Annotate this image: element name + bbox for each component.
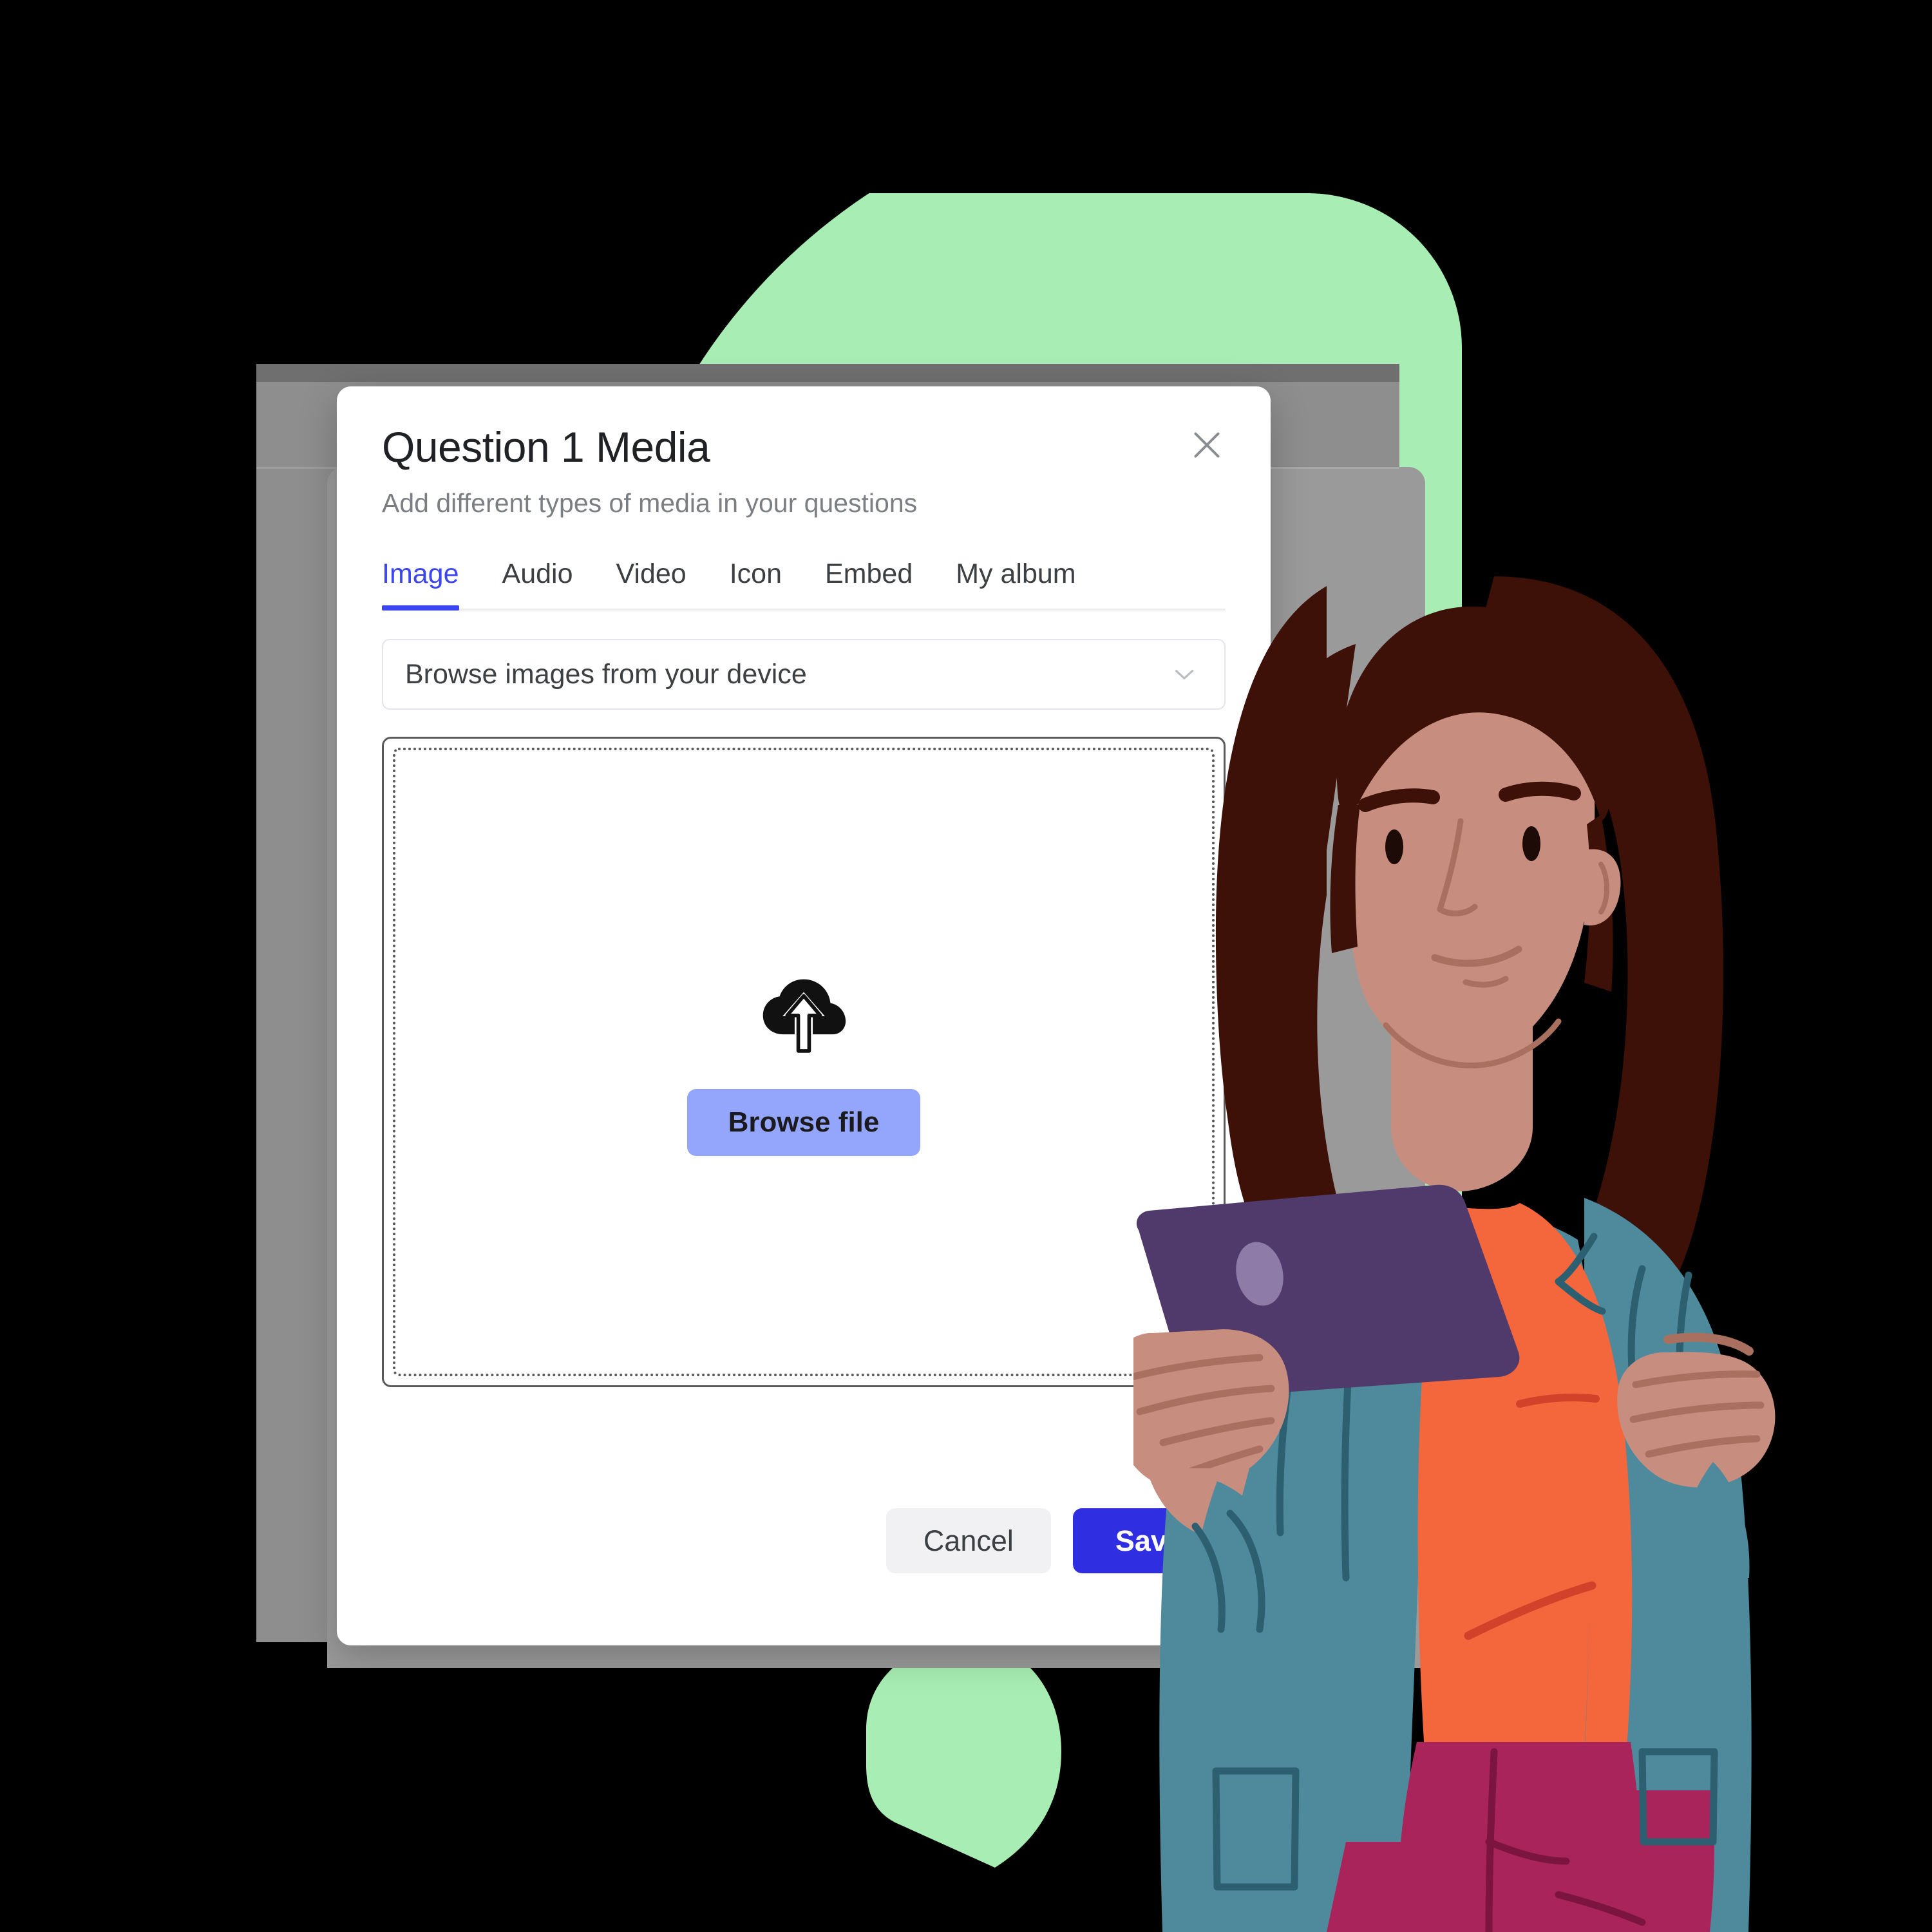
save-button[interactable]: Save bbox=[1072, 1508, 1226, 1573]
tab-icon[interactable]: Icon bbox=[730, 560, 782, 609]
nose bbox=[1437, 818, 1478, 916]
tab-image[interactable]: Image bbox=[382, 558, 459, 611]
hand-right bbox=[1617, 1352, 1776, 1488]
tab-my-album[interactable]: My album bbox=[956, 560, 1075, 609]
tab-video-label: Video bbox=[616, 558, 687, 590]
cancel-button[interactable]: Cancel bbox=[886, 1508, 1051, 1573]
media-type-tabs: Image Audio Video Icon Embed My album bbox=[382, 560, 1226, 611]
page-title: Question 1 Media bbox=[382, 423, 710, 471]
image-source-select-value: Browse images from your device bbox=[405, 658, 807, 690]
screenshot-stage: Question 1 Media Add different types of … bbox=[0, 0, 1932, 1932]
shirt bbox=[1417, 1203, 1590, 1752]
dialog-footer: Cancel Save bbox=[886, 1508, 1226, 1573]
file-dropzone[interactable]: Browse file bbox=[382, 737, 1226, 1388]
image-source-select[interactable]: Browse images from your device bbox=[382, 639, 1226, 710]
tab-video[interactable]: Video bbox=[616, 560, 687, 609]
tab-embed[interactable]: Embed bbox=[825, 560, 913, 609]
app-backdrop-topbar bbox=[256, 364, 1399, 382]
media-dialog: Question 1 Media Add different types of … bbox=[337, 386, 1271, 1645]
tab-my-album-label: My album bbox=[956, 558, 1076, 590]
ear bbox=[1584, 849, 1621, 926]
tab-audio-label: Audio bbox=[502, 558, 573, 590]
tab-embed-label: Embed bbox=[824, 558, 913, 590]
pants bbox=[1397, 1742, 1643, 1932]
browse-file-button[interactable]: Browse file bbox=[687, 1089, 921, 1157]
eyebrow-right bbox=[1499, 781, 1581, 802]
eye-right bbox=[1522, 826, 1540, 861]
tab-image-label: Image bbox=[382, 558, 459, 590]
close-icon[interactable] bbox=[1182, 420, 1232, 470]
tab-audio[interactable]: Audio bbox=[502, 560, 573, 609]
mint-blob-bottom bbox=[866, 1641, 1061, 1868]
file-dropzone-inner: Browse file bbox=[393, 748, 1215, 1377]
mouth bbox=[1431, 945, 1522, 967]
dialog-subtitle: Add different types of media in your que… bbox=[382, 488, 918, 518]
device-camera-dot bbox=[797, 243, 855, 317]
chevron-down-icon bbox=[1166, 656, 1202, 692]
tab-icon-label: Icon bbox=[729, 558, 782, 590]
cloud-upload-icon bbox=[755, 968, 852, 1065]
